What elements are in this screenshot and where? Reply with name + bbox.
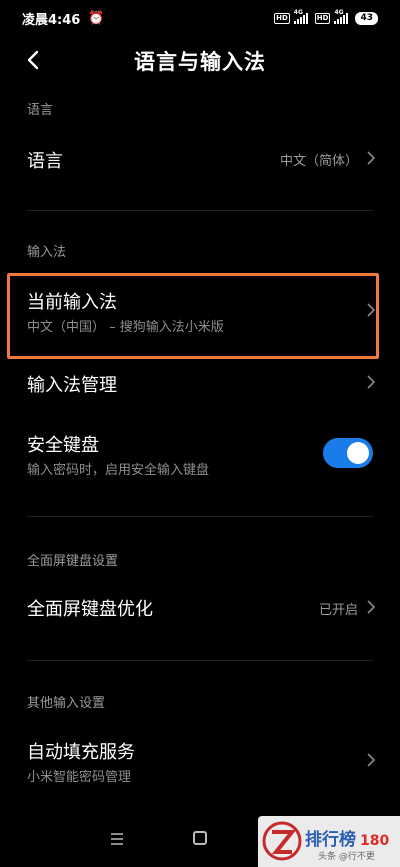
menu-icon[interactable] <box>110 833 124 845</box>
network-type: 4G <box>293 8 303 16</box>
section-label-other: 其他输入设置 <box>27 696 106 711</box>
status-bar: 凌晨4:46 ⏰ HD 4G HD 4G 43 <box>0 0 400 36</box>
section-label-input-method: 输入法 <box>27 245 67 260</box>
ime-manage-title: 输入法管理 <box>27 375 117 396</box>
network-type: 4G <box>334 8 344 16</box>
home-icon[interactable] <box>193 831 207 845</box>
secure-keyboard-toggle[interactable] <box>323 438 373 468</box>
divider <box>27 210 373 211</box>
section-label-fullscreen: 全面屏键盘设置 <box>27 554 119 569</box>
ime-manage-row[interactable]: 输入法管理 <box>0 360 400 410</box>
hd-badge: HD <box>274 12 290 24</box>
alarm-icon: ⏰ <box>88 10 105 26</box>
divider <box>27 660 373 661</box>
watermark: 排行榜 180 头条 @行不更 <box>258 816 400 867</box>
signal-icon: 4G <box>334 9 349 24</box>
highlight-box <box>7 273 379 359</box>
toggle-knob <box>347 442 369 464</box>
watermark-logo-icon <box>262 821 302 861</box>
status-indicators: HD 4G HD 4G 43 <box>274 9 378 25</box>
watermark-brand: 排行榜 180 <box>305 825 389 850</box>
fullscreen-opt-row[interactable]: 全面屏键盘优化 已开启 <box>0 580 400 636</box>
language-value: 中文（简体） <box>279 154 358 169</box>
page-header: 语言与输入法 <box>0 36 400 86</box>
battery-icon: 43 <box>355 11 378 25</box>
watermark-brand-text: 排行榜 <box>305 830 356 850</box>
page-title: 语言与输入法 <box>134 50 266 74</box>
signal-icon: 4G <box>293 9 308 24</box>
chevron-right-icon <box>367 375 376 389</box>
autofill-title: 自动填充服务 <box>27 742 135 763</box>
chevron-right-icon <box>367 753 376 767</box>
chevron-right-icon <box>367 151 376 165</box>
divider <box>27 516 373 517</box>
watermark-number: 180 <box>360 833 390 849</box>
status-time: 凌晨4:46 <box>22 12 81 28</box>
back-arrow-icon[interactable] <box>22 48 46 72</box>
language-row[interactable]: 语言 中文（简体） <box>0 130 400 186</box>
autofill-row[interactable]: 自动填充服务 小米智能密码管理 <box>0 728 400 794</box>
autofill-subtitle: 小米智能密码管理 <box>27 770 132 785</box>
fullscreen-opt-value: 已开启 <box>318 603 358 618</box>
hd-badge: HD <box>314 12 331 24</box>
chevron-right-icon <box>367 600 376 614</box>
section-label-language: 语言 <box>27 103 54 118</box>
language-title: 语言 <box>27 151 63 172</box>
fullscreen-opt-title: 全面屏键盘优化 <box>27 599 153 620</box>
secure-keyboard-subtitle: 输入密码时，启用安全输入键盘 <box>27 463 210 478</box>
watermark-sub: 头条 @行不更 <box>318 852 375 862</box>
secure-keyboard-title: 安全键盘 <box>27 435 99 456</box>
